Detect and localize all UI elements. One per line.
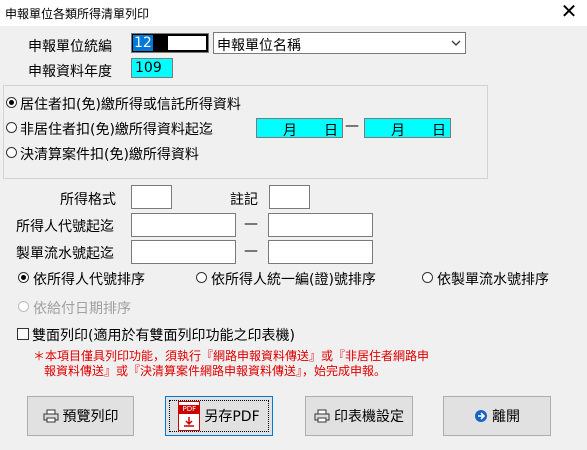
year-value: 109 xyxy=(135,60,162,76)
radio-sort-serial[interactable] xyxy=(422,272,433,283)
save-pdf-label: 另存PDF xyxy=(204,409,260,425)
exit-button[interactable]: 離開 xyxy=(443,396,551,436)
serial-range-dash: — xyxy=(244,243,258,259)
radio-sort-payee-id-label: 依所得人統一編(證)號排序 xyxy=(211,272,376,288)
save-pdf-button[interactable]: PDF 另存PDF xyxy=(165,396,273,436)
payee-end-input[interactable] xyxy=(268,213,373,237)
serial-start-input[interactable] xyxy=(131,240,236,264)
radio-sort-payee-code-label: 依所得人代號排序 xyxy=(33,272,145,288)
pdf-badge: PDF xyxy=(179,405,200,414)
note-label: 註記 xyxy=(230,192,258,208)
serial-range-label: 製單流水號起迄 xyxy=(16,246,114,262)
exit-label: 離開 xyxy=(492,409,520,425)
radio-sort-pay-date[interactable] xyxy=(18,301,29,312)
unit-code-label: 申報單位統編 xyxy=(28,39,112,55)
exit-icon xyxy=(475,410,487,422)
year-label: 申報資料年度 xyxy=(28,64,112,80)
preview-print-label: 預覽列印 xyxy=(62,409,119,425)
radio-sort-pay-date-label: 依給付日期排序 xyxy=(33,301,131,317)
start-day-label: 日 xyxy=(324,123,338,139)
date-range-dash: — xyxy=(345,118,359,134)
year-input[interactable]: 109 xyxy=(131,58,173,78)
end-month-label: 月 xyxy=(391,123,405,139)
radio-nonresident[interactable] xyxy=(6,122,17,133)
printer-icon xyxy=(43,409,58,423)
close-icon[interactable]: ✕ xyxy=(556,0,582,24)
preview-print-button[interactable]: 預覽列印 xyxy=(27,396,134,436)
format-label: 所得格式 xyxy=(60,192,116,208)
chevron-down-icon xyxy=(451,40,461,46)
printer-setup-label: 印表機設定 xyxy=(334,409,404,425)
nonresident-end-date-input[interactable]: 月 日 xyxy=(364,118,451,139)
radio-resident[interactable] xyxy=(6,97,17,108)
start-month-label: 月 xyxy=(283,123,297,139)
payee-range-label: 所得人代號起迄 xyxy=(16,219,114,235)
printer-icon xyxy=(314,409,330,423)
pdf-file-icon: PDF xyxy=(178,401,201,431)
unit-code-blank xyxy=(168,36,206,50)
notice-text: ＊本項目僅具列印功能，須執行『網路申報資料傳送』或『非居住者網路申 報資料傳送』… xyxy=(33,349,553,379)
radio-sort-payee-code[interactable] xyxy=(18,272,29,283)
radio-nonresident-label: 非居住者扣(免)繳所得資料起迄 xyxy=(20,122,213,138)
unit-code-input[interactable]: 12 xyxy=(131,33,209,53)
notice-line-2: 報資料傳送』或『決清算案件網路申報資料傳送』，始完成申報。 xyxy=(44,364,387,378)
payee-start-input[interactable] xyxy=(131,213,236,237)
unit-code-value: 12 xyxy=(133,35,153,51)
radio-resident-label: 居住者扣(免)繳所得或信託所得資料 xyxy=(20,97,241,113)
radio-closing[interactable] xyxy=(6,147,17,158)
window-title: 申報單位各類所得清單列印 xyxy=(5,7,150,21)
radio-sort-serial-label: 依製單流水號排序 xyxy=(437,272,549,288)
duplex-label: 雙面列印(適用於有雙面列印功能之印表機) xyxy=(32,328,295,344)
nonresident-start-date-input[interactable]: 月 日 xyxy=(256,118,343,139)
format-input[interactable] xyxy=(131,185,172,209)
radio-closing-label: 決清算案件扣(免)繳所得資料 xyxy=(20,147,199,163)
duplex-checkbox[interactable] xyxy=(17,328,29,340)
notice-line-1: ＊本項目僅具列印功能，須執行『網路申報資料傳送』或『非居住者網路申 xyxy=(33,349,430,363)
end-day-label: 日 xyxy=(432,123,446,139)
unit-name-value: 申報單位名稱 xyxy=(217,38,301,54)
payee-range-dash: — xyxy=(244,216,258,232)
printer-setup-button[interactable]: 印表機設定 xyxy=(305,396,413,436)
download-arrow-icon xyxy=(184,417,195,427)
radio-sort-payee-id[interactable] xyxy=(196,272,207,283)
note-input[interactable] xyxy=(269,185,310,209)
serial-end-input[interactable] xyxy=(268,240,373,264)
unit-name-select[interactable]: 申報單位名稱 xyxy=(213,32,466,54)
